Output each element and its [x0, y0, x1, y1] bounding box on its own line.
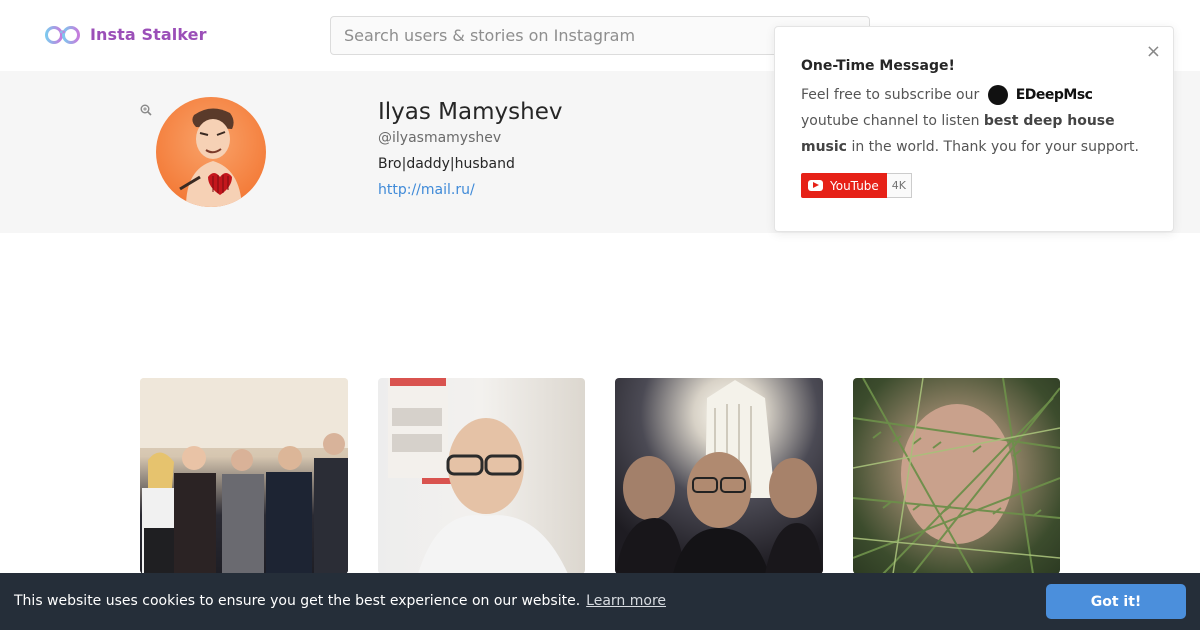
profile-handle: @ilyasmamyshev [378, 130, 502, 146]
youtube-subscribe-widget[interactable]: YouTube 4K [801, 173, 913, 198]
profile-website-link[interactable]: http://mail.ru/ [378, 182, 475, 198]
pine-branch-photo-icon [853, 378, 1060, 574]
cartoon-avatar-icon [179, 108, 242, 207]
avatar[interactable] [156, 97, 266, 207]
cookie-consent-bar: This website uses cookies to ensure you … [0, 573, 1200, 630]
channel-brand-name: EDeepMsc [1015, 87, 1093, 103]
binoculars-icon [45, 26, 80, 44]
cookie-accept-button[interactable]: Got it! [1046, 584, 1186, 619]
cookie-message-text: This website uses cookies to ensure you … [14, 593, 581, 609]
subscriber-count: 4K [886, 173, 913, 198]
popup-message: Feel free to subscribe our EDeepMsc yout… [801, 82, 1151, 160]
post-photo-night[interactable] [615, 378, 823, 574]
post-photo-group[interactable] [140, 378, 348, 574]
one-time-message-popup: × One-Time Message! Feel free to subscri… [774, 26, 1174, 232]
post-photo-pine[interactable] [853, 378, 1060, 574]
popup-text-after-brand: youtube channel to listen [801, 113, 980, 129]
channel-logo-icon [987, 85, 1008, 105]
site-logo-text: Insta Stalker [90, 24, 207, 44]
night-building-photo-icon [615, 380, 823, 574]
selfie-photo-icon [388, 378, 568, 574]
site-logo[interactable]: Insta Stalker [44, 22, 207, 46]
youtube-label: YouTube [830, 178, 879, 193]
popup-text-before: Feel free to subscribe our [801, 87, 980, 103]
youtube-play-icon [808, 180, 823, 191]
group-photo-icon [140, 378, 348, 574]
youtube-subscribe-button[interactable]: YouTube [801, 173, 887, 198]
profile-name: Ilyas Mamyshev [378, 99, 563, 125]
close-icon[interactable]: × [1146, 43, 1161, 61]
cookie-message: This website uses cookies to ensure you … [14, 593, 666, 609]
popup-text-end: in the world. Thank you for your support… [851, 139, 1139, 155]
zoom-in-icon[interactable] [140, 104, 152, 116]
popup-title: One-Time Message! [801, 58, 955, 74]
channel-brand[interactable]: EDeepMsc [987, 82, 1099, 108]
profile-bio: Bro|daddy|husband [378, 156, 515, 172]
post-photo-selfie[interactable] [378, 378, 585, 574]
cookie-learn-more-link[interactable]: Learn more [586, 593, 666, 609]
